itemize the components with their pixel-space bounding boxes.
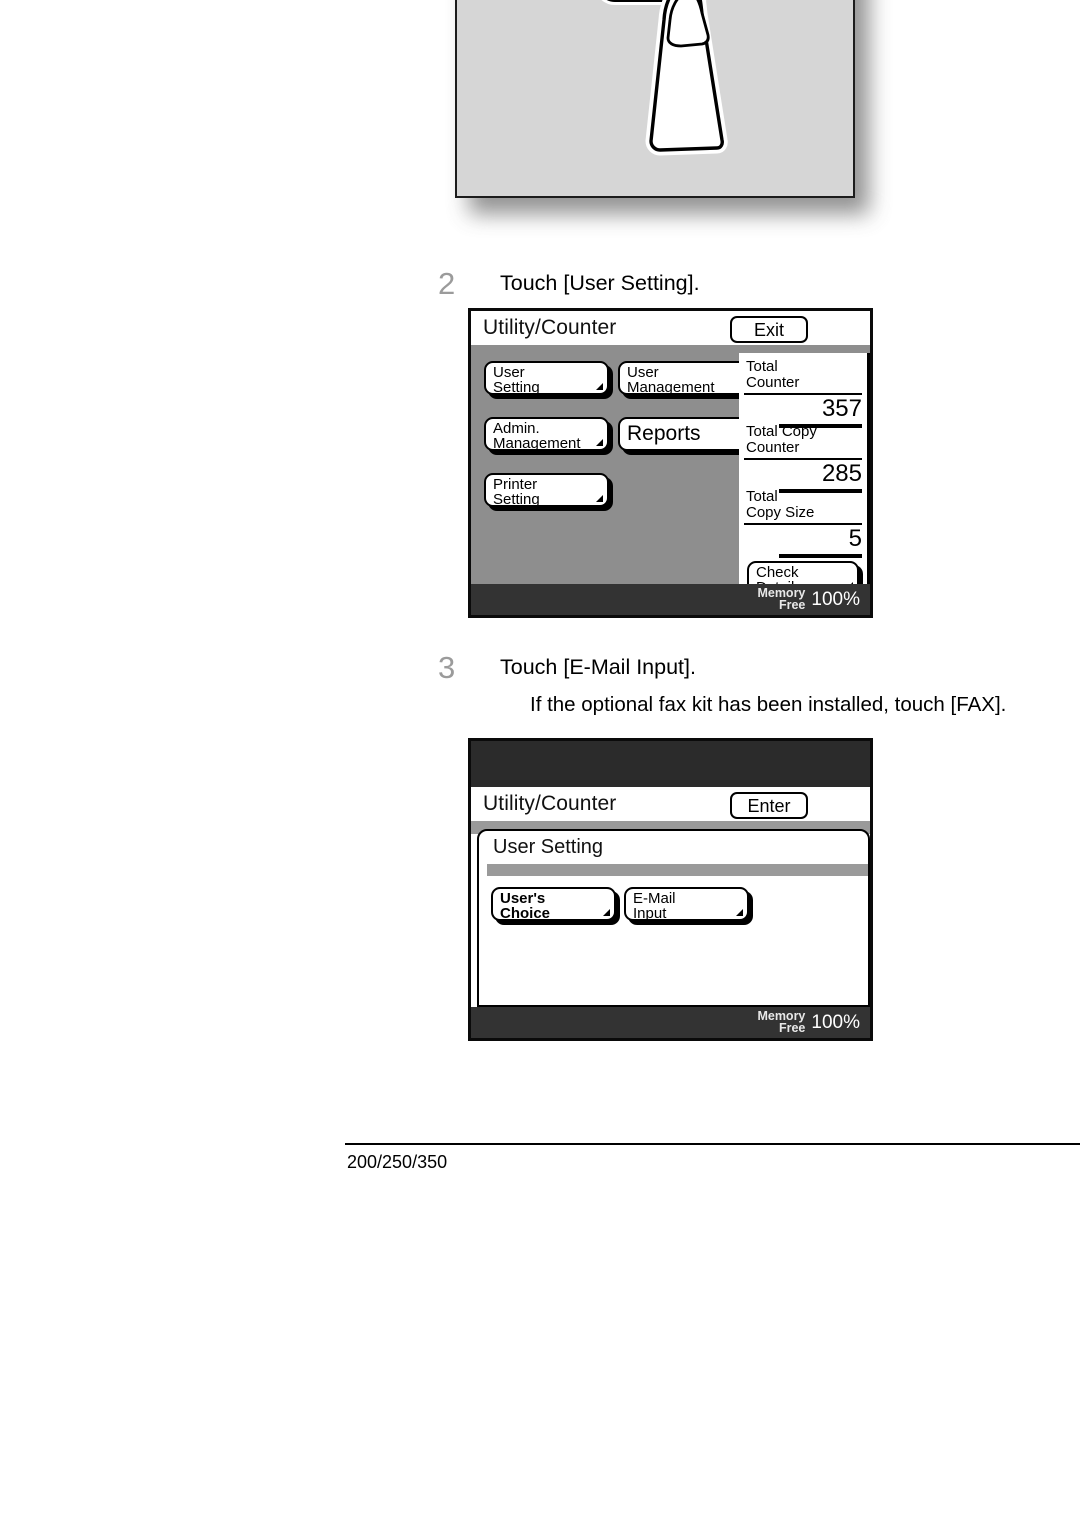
memory-free-label: Memory Free	[757, 1009, 806, 1035]
user-setting-screen[interactable]: Utility/Counter Enter User Setting User'…	[468, 738, 873, 1041]
button-corner-icon	[603, 909, 610, 916]
user-setting-button[interactable]: User Setting	[484, 361, 609, 395]
memory-free-percent: 100%	[811, 588, 860, 610]
footer-model-numbers: 200/250/350	[347, 1152, 448, 1172]
admin-management-button[interactable]: Admin. Management	[484, 417, 609, 451]
utility-counter-screen[interactable]: Utility/Counter Exit User Setting User M…	[468, 308, 873, 618]
step-3-note: If the optional fax kit has been install…	[530, 693, 1007, 716]
total-counter-value: 357	[821, 395, 862, 422]
memory-free-percent: 100%	[811, 1011, 860, 1033]
memory-free-label: Memory Free	[757, 586, 806, 612]
subpanel-divider	[487, 864, 868, 876]
control-panel-touch-illustration	[455, 0, 869, 214]
printer-setting-button[interactable]: Printer Setting	[484, 473, 609, 507]
users-choice-button[interactable]: User's Choice	[491, 887, 616, 921]
finger-and-button-artwork	[601, 0, 728, 156]
button-corner-icon	[596, 495, 603, 502]
step-2-number: 2	[438, 266, 456, 301]
screen1-title: Utility/Counter	[483, 316, 617, 339]
user-setting-subpanel-title: User Setting	[493, 836, 604, 858]
exit-button[interactable]: Exit	[730, 316, 808, 343]
total-copy-counter-value: 285	[821, 460, 862, 487]
finger-icon	[645, 0, 728, 156]
screen1-status-bar: Memory Free 100%	[471, 584, 870, 615]
footer-divider	[345, 1143, 1080, 1145]
screen2-title-bar: Utility/Counter	[471, 787, 870, 821]
screen1-body: User Setting User Management Admin. Mana…	[471, 345, 870, 615]
screen1-title-bar: Utility/Counter	[471, 311, 870, 345]
screen2-black-band	[471, 741, 870, 787]
email-input-button[interactable]: E-Mail Input	[624, 887, 749, 921]
step-2-instruction: Touch [User Setting].	[500, 271, 700, 295]
total-counter-label: Total Counter	[746, 358, 800, 391]
enter-button[interactable]: Enter	[730, 792, 808, 819]
counter-rule-thick	[779, 554, 862, 558]
button-corner-icon	[596, 383, 603, 390]
screen2-status-bar: Memory Free 100%	[471, 1007, 870, 1038]
total-copy-counter-label: Total Copy Counter	[746, 423, 817, 456]
user-setting-subpanel: User Setting User's Choice E-Mail Input	[477, 829, 870, 1007]
button-corner-icon	[736, 909, 743, 916]
counter-column: Total Counter 357 Total Copy Counter 285…	[739, 353, 870, 594]
step-3-number: 3	[438, 650, 456, 685]
total-copy-size-value: 5	[848, 525, 862, 552]
button-corner-icon	[596, 439, 603, 446]
total-copy-size-label: Total Copy Size	[746, 488, 815, 521]
screen2-title: Utility/Counter	[483, 792, 617, 815]
step-3-instruction: Touch [E-Mail Input].	[500, 655, 696, 679]
